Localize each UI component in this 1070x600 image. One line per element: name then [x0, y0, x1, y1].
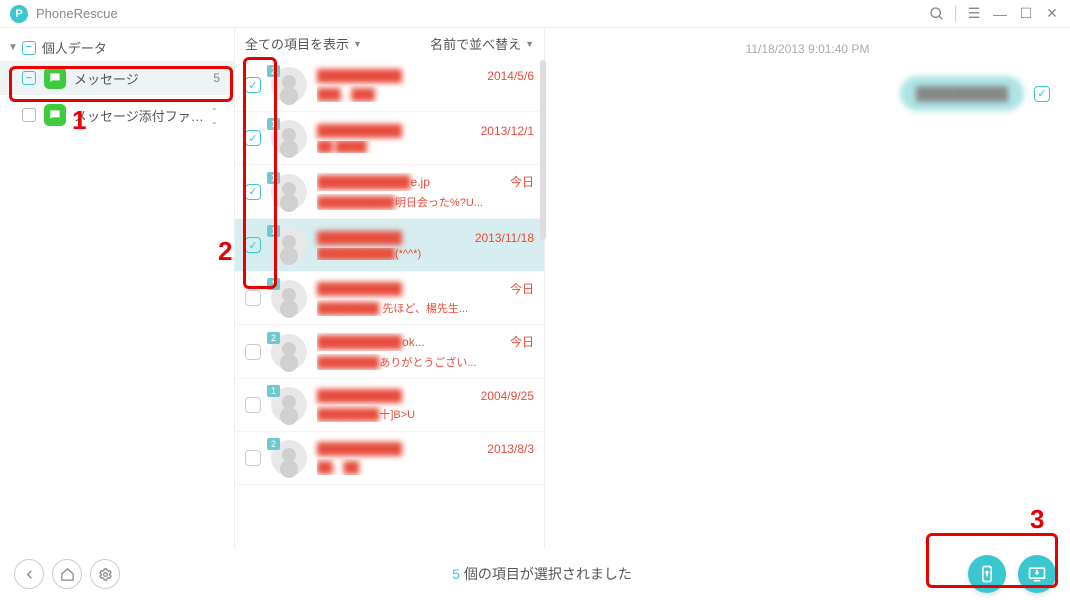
- sidebar-item-label: メッセージ: [74, 69, 139, 88]
- message-row[interactable]: 2 ██████████ 2013/8/3 ██、██: [235, 432, 544, 485]
- message-date: 2013/8/3: [487, 442, 534, 456]
- row-checkbox[interactable]: [245, 397, 261, 413]
- avatar: 2: [271, 440, 307, 476]
- message-preview: ████████ 先ほど、楊先生...: [317, 300, 534, 316]
- message-preview: ████████ありがとうござい...: [317, 354, 534, 370]
- sidebar-item-attachments[interactable]: メッセージ添付ファイル --: [0, 95, 234, 135]
- sort-label: 名前で並べ替え: [430, 34, 521, 53]
- recover-to-computer-button[interactable]: [1018, 555, 1056, 593]
- avatar: 2: [271, 334, 307, 370]
- sidebar-item-label: メッセージ添付ファイル: [74, 106, 212, 125]
- avatar: 2: [271, 67, 307, 103]
- message-list[interactable]: 2 ██████████ 2014/5/6 ███、███ 1 █████████…: [235, 59, 544, 548]
- minimize-icon[interactable]: —: [992, 6, 1008, 22]
- contact-name: ██████████: [317, 335, 402, 349]
- message-date: 2014/5/6: [487, 69, 534, 83]
- row-checkbox[interactable]: [245, 344, 261, 360]
- message-preview: ██ ████: [317, 141, 534, 153]
- chevron-down-icon: ▼: [525, 39, 534, 49]
- contact-name: ██████████: [317, 231, 402, 245]
- avatar: 1: [271, 387, 307, 423]
- message-date: 今日: [510, 173, 534, 190]
- chevron-down-icon: ▼: [8, 42, 18, 53]
- message-row[interactable]: 2 ██████████ok...今日 ████████ありがとうござい...: [235, 325, 544, 379]
- contact-name: ██████████: [317, 124, 402, 138]
- message-date: 2013/12/1: [481, 124, 534, 138]
- item-checkbox[interactable]: [22, 71, 36, 85]
- message-list-panel: 全ての項目を表示 ▼ 名前で並べ替え ▼ 2 ██████████ 2014/5/…: [235, 28, 545, 548]
- row-checkbox[interactable]: [245, 290, 261, 306]
- home-button[interactable]: [52, 559, 82, 589]
- message-preview: ██████████明日会った%?U...: [317, 194, 534, 210]
- category-checkbox[interactable]: [22, 41, 36, 55]
- settings-button[interactable]: [90, 559, 120, 589]
- row-checkbox[interactable]: [245, 130, 261, 146]
- attachments-app-icon: [44, 104, 66, 126]
- contact-name: ██████████: [317, 442, 402, 456]
- list-toolbar: 全ての項目を表示 ▼ 名前で並べ替え ▼: [235, 28, 544, 59]
- avatar: 1: [271, 174, 307, 210]
- avatar: 1: [271, 120, 307, 156]
- message-row[interactable]: 1 ██████████ 2013/11/18 ██████████(*^^*): [235, 219, 544, 272]
- close-icon[interactable]: ✕: [1044, 6, 1060, 22]
- row-checkbox[interactable]: [245, 184, 261, 200]
- message-row[interactable]: 1 ██████████ 2013/12/1 ██ ████: [235, 112, 544, 165]
- footer-bar: 5 個の項目が選択されました: [0, 548, 1070, 600]
- contact-name: ███████████: [317, 175, 411, 189]
- message-bubble: ██████████: [900, 76, 1024, 111]
- scrollbar-thumb[interactable]: [540, 60, 546, 240]
- message-date: 2013/11/18: [475, 231, 534, 245]
- filter-label: 全ての項目を表示: [245, 34, 349, 53]
- selected-count: 5: [452, 566, 460, 582]
- message-preview: ████████十]B>U: [317, 406, 534, 422]
- message-preview: ██████████(*^^*): [317, 248, 534, 260]
- chevron-down-icon: ▼: [353, 39, 362, 49]
- message-row[interactable]: 1 ███████████e.jp今日 ██████████明日会った%?U..…: [235, 165, 544, 219]
- window-menu-icon[interactable]: ☰: [966, 6, 982, 22]
- avatar: 1: [271, 227, 307, 263]
- sidebar-item-count: --: [212, 101, 224, 129]
- message-preview: ███、███: [317, 86, 534, 102]
- search-icon[interactable]: [929, 6, 945, 22]
- message-timestamp: 11/18/2013 9:01:40 PM: [565, 38, 1050, 76]
- app-logo-icon: P: [10, 5, 28, 23]
- row-checkbox[interactable]: [245, 237, 261, 253]
- divider: [955, 6, 956, 22]
- title-bar: P PhoneRescue ☰ — ☐ ✕: [0, 0, 1070, 28]
- bubble-checkbox[interactable]: [1034, 86, 1050, 102]
- back-button[interactable]: [14, 559, 44, 589]
- message-preview: ██、██: [317, 459, 534, 475]
- contact-name: ██████████: [317, 389, 402, 403]
- avatar: 1: [271, 280, 307, 316]
- item-checkbox[interactable]: [22, 108, 36, 122]
- sidebar-category[interactable]: ▼ 個人データ: [0, 34, 234, 61]
- sidebar-item-count: 5: [213, 71, 224, 85]
- message-date: 2004/9/25: [481, 389, 534, 403]
- contact-name: ██████████: [317, 69, 402, 83]
- row-checkbox[interactable]: [245, 77, 261, 93]
- status-text: 5 個の項目が選択されました: [128, 564, 956, 584]
- message-row[interactable]: 2 ██████████ 2014/5/6 ███、███: [235, 59, 544, 112]
- maximize-icon[interactable]: ☐: [1018, 6, 1034, 22]
- sort-dropdown[interactable]: 名前で並べ替え ▼: [430, 34, 534, 53]
- category-label: 個人データ: [42, 38, 107, 57]
- filter-dropdown[interactable]: 全ての項目を表示 ▼: [245, 34, 362, 53]
- contact-name: ██████████: [317, 282, 402, 296]
- row-checkbox[interactable]: [245, 450, 261, 466]
- message-row[interactable]: 1 ██████████ 2004/9/25 ████████十]B>U: [235, 379, 544, 432]
- app-title: PhoneRescue: [36, 6, 118, 21]
- recover-to-device-button[interactable]: [968, 555, 1006, 593]
- message-preview-panel: 11/18/2013 9:01:40 PM ██████████: [545, 28, 1070, 548]
- sidebar: ▼ 個人データ メッセージ 5 メッセージ添付ファイル --: [0, 28, 235, 548]
- message-date: 今日: [510, 280, 534, 297]
- messages-app-icon: [44, 67, 66, 89]
- message-date: 今日: [510, 333, 534, 350]
- message-row[interactable]: 1 ██████████ 今日 ████████ 先ほど、楊先生...: [235, 272, 544, 325]
- sidebar-item-messages[interactable]: メッセージ 5: [0, 61, 234, 95]
